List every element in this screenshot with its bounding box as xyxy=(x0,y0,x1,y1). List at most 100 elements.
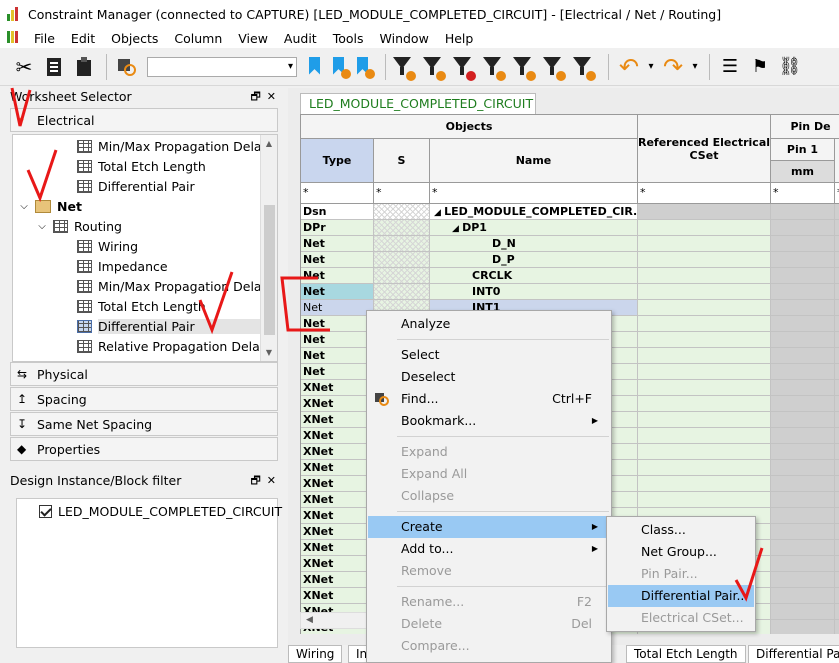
cell-type[interactable]: Net xyxy=(301,364,374,380)
cell-ref-cset[interactable] xyxy=(638,268,771,284)
cell-pin-delay-2[interactable] xyxy=(835,508,839,524)
cell-pin-delay-2[interactable] xyxy=(835,364,839,380)
tree-item[interactable]: Total Etch Length xyxy=(77,296,206,316)
bottom-tab-0[interactable]: Wiring xyxy=(288,645,343,663)
menu-item-collapse[interactable]: Collapse xyxy=(368,485,610,507)
cell-ref-cset[interactable] xyxy=(638,252,771,268)
tree-item[interactable]: Impedance xyxy=(77,256,168,276)
cell-s[interactable] xyxy=(374,236,430,252)
worksheet-tab[interactable]: LED_MODULE_COMPLETED_CIRCUIT xyxy=(300,93,536,114)
menu-tools[interactable]: Tools xyxy=(325,31,372,46)
chevron-down-icon[interactable]: ▾ xyxy=(689,53,701,81)
bookmark-prev-icon[interactable] xyxy=(355,55,375,79)
cell-type[interactable]: Dsn xyxy=(301,204,374,220)
cell-pin-delay[interactable] xyxy=(771,444,835,460)
submenu-item-net-group[interactable]: Net Group... xyxy=(608,541,754,563)
cell-type[interactable]: Net xyxy=(301,268,374,284)
cell-pin-delay[interactable] xyxy=(771,396,835,412)
menu-item-bookmark[interactable]: Bookmark... ▶ xyxy=(368,410,610,432)
find-icon[interactable] xyxy=(113,53,141,81)
cell-pin-delay[interactable] xyxy=(771,588,835,604)
table-row[interactable]: Dsn ◢ LED_MODULE_COMPLETED_CIR... xyxy=(301,204,839,220)
cell-pin-delay-2[interactable] xyxy=(835,588,839,604)
cell-ref-cset[interactable] xyxy=(638,300,771,316)
header-type[interactable]: Type xyxy=(301,139,374,183)
cell-pin-delay[interactable] xyxy=(771,332,835,348)
cell-name[interactable]: D_P xyxy=(430,252,638,268)
cell-pin-delay-2[interactable] xyxy=(835,412,839,428)
cell-ref-cset[interactable] xyxy=(638,492,771,508)
redo-icon[interactable]: ↷ xyxy=(659,53,687,81)
cell-type[interactable]: XNet xyxy=(301,444,374,460)
cell-ref-cset[interactable] xyxy=(638,380,771,396)
filter-cell[interactable]: * xyxy=(301,183,374,204)
cell-pin-delay[interactable] xyxy=(771,220,835,236)
chevron-down-icon[interactable]: ▾ xyxy=(645,53,657,81)
paste-icon[interactable] xyxy=(70,53,98,81)
cell-pin-delay-2[interactable] xyxy=(835,556,839,572)
cell-type[interactable]: XNet xyxy=(301,460,374,476)
filter-undo-icon[interactable] xyxy=(392,53,416,81)
tag-icon[interactable]: ⚑ xyxy=(746,53,774,81)
cell-type[interactable]: Net xyxy=(301,332,374,348)
cell-ref-cset[interactable] xyxy=(638,444,771,460)
menu-audit[interactable]: Audit xyxy=(276,31,325,46)
cell-s[interactable] xyxy=(374,252,430,268)
cell-pin-delay-2[interactable] xyxy=(835,332,839,348)
cell-pin-delay[interactable] xyxy=(771,572,835,588)
cell-pin-delay[interactable] xyxy=(771,252,835,268)
header-pin-delay[interactable]: Pin De xyxy=(771,115,839,139)
cell-ref-cset[interactable] xyxy=(638,348,771,364)
section-electrical[interactable]: ⚡ Electrical xyxy=(10,108,278,132)
header-pin1[interactable]: Pin 1 xyxy=(771,139,835,161)
cell-pin-delay-2[interactable] xyxy=(835,572,839,588)
cell-ref-cset[interactable] xyxy=(638,412,771,428)
collapse-triangle-icon[interactable]: ◢ xyxy=(434,208,444,218)
cell-pin-delay-2[interactable] xyxy=(835,348,839,364)
cell-s[interactable] xyxy=(374,204,430,220)
cell-type[interactable]: XNet xyxy=(301,508,374,524)
menu-item-create[interactable]: Create ▶ xyxy=(368,516,610,538)
menu-item-add-to[interactable]: Add to... ▶ xyxy=(368,538,610,560)
menu-item-analyze[interactable]: Analyze xyxy=(368,313,610,335)
cell-name[interactable]: ◢ DP1 xyxy=(430,220,638,236)
cell-pin-delay[interactable] xyxy=(771,460,835,476)
cell-pin-delay-2[interactable] xyxy=(835,396,839,412)
filter-cursor-icon[interactable] xyxy=(482,53,506,81)
cell-type[interactable]: XNet xyxy=(301,572,374,588)
filter-cell[interactable]: * xyxy=(835,183,839,204)
filter-cell[interactable]: * xyxy=(374,183,430,204)
cell-pin-delay[interactable] xyxy=(771,284,835,300)
cell-pin-delay[interactable] xyxy=(771,428,835,444)
cell-type[interactable]: XNet xyxy=(301,476,374,492)
menu-item-remove[interactable]: Remove xyxy=(368,560,610,582)
cell-ref-cset[interactable] xyxy=(638,220,771,236)
cell-ref-cset[interactable] xyxy=(638,460,771,476)
cell-name[interactable]: INT0 xyxy=(430,284,638,300)
cell-pin-delay-2[interactable] xyxy=(835,316,839,332)
filter-columns-icon[interactable] xyxy=(572,53,596,81)
chevron-down-icon[interactable]: ▾ xyxy=(288,61,293,72)
bookmark-icon[interactable] xyxy=(307,55,323,79)
tree-item[interactable]: Differential Pair xyxy=(77,176,195,196)
cell-pin-delay[interactable] xyxy=(771,300,835,316)
filter-cell[interactable]: * xyxy=(638,183,771,204)
cell-pin-delay-2[interactable] xyxy=(835,284,839,300)
cell-pin-delay-2[interactable] xyxy=(835,300,839,316)
table-row[interactable]: Net D_N xyxy=(301,236,839,252)
filter-list-icon[interactable] xyxy=(542,53,566,81)
menu-file[interactable]: File xyxy=(26,31,63,46)
table-row[interactable]: Net INT0 xyxy=(301,284,839,300)
menu-window[interactable]: Window xyxy=(372,31,437,46)
tree-item[interactable]: Wiring xyxy=(77,236,138,256)
section-spacing[interactable]: ↥ Spacing xyxy=(10,387,278,411)
cell-pin-delay-2[interactable] xyxy=(835,220,839,236)
bookmark-next-icon[interactable] xyxy=(331,55,351,79)
cell-type[interactable]: Net xyxy=(301,252,374,268)
cell-type[interactable]: Net xyxy=(301,300,374,316)
menu-item-expand[interactable]: Expand xyxy=(368,441,610,463)
tree-item[interactable]: Min/Max Propagation Delays xyxy=(77,136,276,156)
cell-ref-cset[interactable] xyxy=(638,396,771,412)
cell-pin-delay[interactable] xyxy=(771,524,835,540)
tree-scrollbar[interactable]: ▲ ▼ xyxy=(260,135,277,361)
